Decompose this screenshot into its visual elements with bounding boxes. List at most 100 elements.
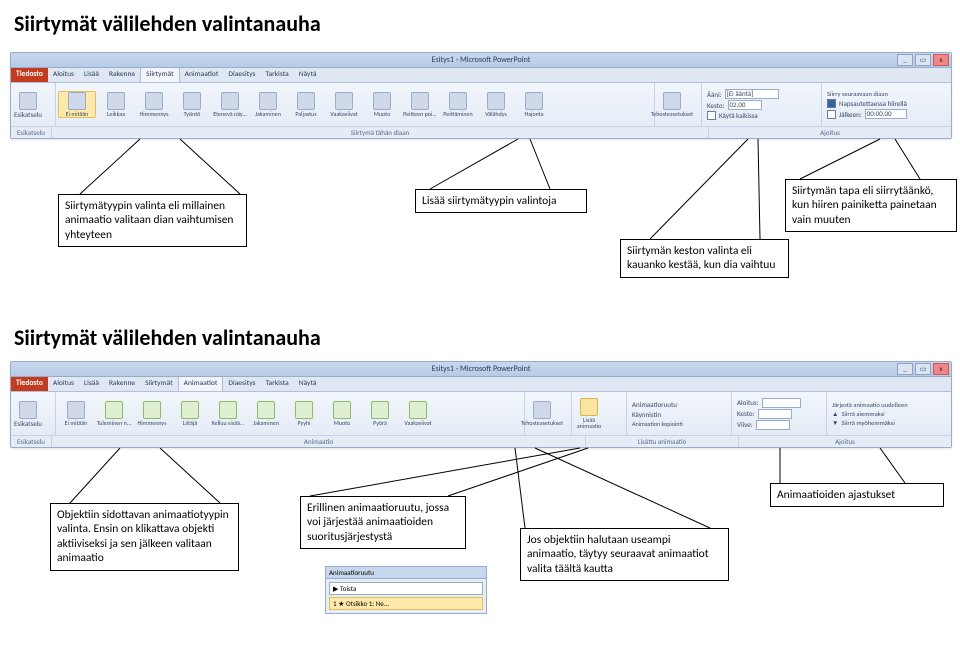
window-titlebar: Esitys1 - Microsoft PowerPoint _ ▭ x bbox=[11, 53, 951, 68]
animation-item[interactable]: Vaakaviivat bbox=[400, 401, 436, 426]
animation-pane-button[interactable]: Animaatioruutu bbox=[632, 400, 677, 409]
animation-pane-panel: Animaatioruutu ▶ Toista 1 ★ Otsikko 1: N… bbox=[325, 566, 487, 614]
animations-gallery[interactable]: Ei mitäänTuleminen n... Himmennys LiitäjäK… bbox=[58, 401, 522, 426]
move-earlier-button[interactable]: ▲ bbox=[832, 410, 838, 418]
tab-review-2[interactable]: Tarkista bbox=[260, 377, 293, 391]
animation-item[interactable]: Liitäjä bbox=[172, 401, 208, 426]
animation-item-label: Pyyhi bbox=[297, 420, 310, 426]
tab-review[interactable]: Tarkista bbox=[260, 68, 293, 82]
transition-item[interactable]: Jakaminen bbox=[250, 92, 286, 117]
tab-transitions-2[interactable]: Siirtymät bbox=[140, 377, 177, 391]
transition-item[interactable]: Työntö bbox=[174, 92, 210, 117]
transition-thumbnail-icon bbox=[68, 92, 86, 110]
transition-item[interactable]: Hajonta bbox=[516, 92, 552, 117]
annotation-layer-2: Objektiin sidottavan animaatiotyypin val… bbox=[10, 448, 950, 643]
transition-item-label: Paljastus bbox=[295, 111, 316, 117]
transition-thumbnail-icon bbox=[183, 92, 201, 110]
effect-options-button[interactable]: Tehosteasetukset bbox=[657, 92, 687, 117]
delay-label: Viive: bbox=[737, 420, 753, 429]
effect-icon-2 bbox=[533, 401, 551, 419]
animation-item[interactable]: Tuleminen n... bbox=[96, 401, 132, 426]
transition-thumbnail-icon bbox=[145, 92, 163, 110]
after-input[interactable]: 00:00,00 bbox=[865, 109, 907, 119]
animation-item[interactable]: Jakaminen bbox=[248, 401, 284, 426]
window-maximize-2[interactable]: ▭ bbox=[915, 363, 931, 375]
trigger-button[interactable]: Käynnistin bbox=[632, 410, 661, 419]
sound-dropdown[interactable]: [Ei ääntä] bbox=[725, 89, 779, 99]
tab-design-2[interactable]: Rakenne bbox=[104, 377, 140, 391]
tab-transitions[interactable]: Siirtymät bbox=[140, 68, 179, 82]
animation-item-label: Tuleminen n... bbox=[97, 420, 132, 426]
transition-item[interactable]: Peittäminen bbox=[440, 92, 476, 117]
window-minimize-2[interactable]: _ bbox=[897, 363, 913, 375]
transition-item[interactable]: Välähdys bbox=[478, 92, 514, 117]
apply-all-button[interactable] bbox=[707, 111, 716, 120]
start-dropdown[interactable] bbox=[762, 398, 801, 408]
preview-button[interactable]: Esikatselu bbox=[13, 92, 43, 118]
tab-home-2[interactable]: Aloitus bbox=[48, 377, 79, 391]
transition-item[interactable]: Himmennys bbox=[136, 92, 172, 117]
duration-label: Kesto: bbox=[707, 101, 725, 110]
annotation-add-animation: Jos objektiin halutaan useampi animaatio… bbox=[520, 528, 729, 581]
tab-animations-2[interactable]: Animaatiot bbox=[178, 377, 224, 391]
animation-item-label: Himmennys bbox=[138, 420, 167, 426]
ribbon-tabs-2: Tiedosto Aloitus Lisää Rakenne Siirtymät… bbox=[11, 377, 951, 392]
tab-animations[interactable]: Animaatiot bbox=[180, 68, 224, 82]
animation-painter-button[interactable]: Animaation kopiointi bbox=[632, 420, 683, 428]
page-title-2: Siirtymät välilehden valintanauha bbox=[14, 324, 950, 351]
animation-item[interactable]: Kelluu sisää... bbox=[210, 401, 246, 426]
ribbon-tabs: Tiedosto Aloitus Lisää Rakenne Siirtymät… bbox=[11, 68, 951, 83]
tab-slideshow-2[interactable]: Diaesitys bbox=[223, 377, 260, 391]
duration-input[interactable]: 02,00 bbox=[728, 100, 762, 110]
animation-item[interactable]: Pyörä bbox=[362, 401, 398, 426]
add-animation-button[interactable]: Lisää animaatio bbox=[574, 398, 604, 429]
transition-item-label: Leikkaa bbox=[107, 111, 125, 117]
animation-item[interactable]: Ei mitään bbox=[58, 401, 94, 426]
effect-label-2: Tehosteasetukset bbox=[521, 420, 563, 426]
transition-item[interactable]: Muoto bbox=[364, 92, 400, 117]
animation-pane-play-button[interactable]: ▶ Toista bbox=[329, 582, 483, 595]
on-click-checkbox[interactable] bbox=[827, 99, 836, 108]
group-transition-label: Siirtymä tähän diaan bbox=[52, 127, 709, 138]
anim-duration-label: Kesto: bbox=[737, 409, 755, 418]
animation-thumbnail-icon bbox=[143, 401, 161, 419]
after-checkbox[interactable] bbox=[827, 110, 836, 119]
move-later-button[interactable]: ▼ bbox=[832, 419, 838, 427]
window-minimize[interactable]: _ bbox=[897, 54, 913, 66]
transition-item[interactable]: Leikkaa bbox=[98, 92, 134, 117]
window-close[interactable]: x bbox=[933, 54, 949, 66]
transition-item[interactable]: Vaakaviivat bbox=[326, 92, 362, 117]
window-maximize[interactable]: ▭ bbox=[915, 54, 931, 66]
tab-insert[interactable]: Lisää bbox=[79, 68, 104, 82]
annotation-animation-type: Objektiin sidottavan animaatiotyypin val… bbox=[50, 503, 239, 571]
effect-options-button-2[interactable]: Tehosteasetukset bbox=[527, 401, 557, 426]
anim-duration-input[interactable] bbox=[758, 409, 792, 419]
animation-item[interactable]: Himmennys bbox=[134, 401, 170, 426]
effect-label: Tehosteasetukset bbox=[651, 111, 693, 117]
animation-thumbnail-icon bbox=[333, 401, 351, 419]
animation-item[interactable]: Pyyhi bbox=[286, 401, 322, 426]
window-title: Esitys1 - Microsoft PowerPoint bbox=[432, 55, 531, 65]
tab-view-2[interactable]: Näytä bbox=[294, 377, 322, 391]
preview-button-2[interactable]: Esikatselu bbox=[13, 401, 43, 427]
delay-input[interactable] bbox=[756, 420, 790, 430]
annotation-animation-pane: Erillinen animaatioruutu, jossa voi järj… bbox=[300, 496, 466, 549]
transition-item[interactable]: Paljastus bbox=[288, 92, 324, 117]
transitions-gallery[interactable]: Ei mitään Leikkaa HimmennysTyöntöEtenevä n… bbox=[58, 91, 652, 118]
tab-slideshow[interactable]: Diaesitys bbox=[223, 68, 260, 82]
tab-file[interactable]: Tiedosto bbox=[11, 68, 48, 82]
transition-item[interactable]: Etenevä näy... bbox=[212, 92, 248, 117]
tab-file-2[interactable]: Tiedosto bbox=[11, 377, 48, 391]
window-close-2[interactable]: x bbox=[933, 363, 949, 375]
animation-item[interactable]: Muoto bbox=[324, 401, 360, 426]
annotation-advance-mode: Siirtymän tapa eli siirrytäänkö, kun hii… bbox=[785, 179, 957, 232]
tab-design[interactable]: Rakenne bbox=[104, 68, 140, 82]
tab-view[interactable]: Näytä bbox=[294, 68, 322, 82]
animation-thumbnail-icon bbox=[181, 401, 199, 419]
tab-insert-2[interactable]: Lisää bbox=[79, 377, 104, 391]
tab-home[interactable]: Aloitus bbox=[48, 68, 79, 82]
transition-item[interactable]: Ei mitään bbox=[58, 91, 96, 118]
transition-item-label: Muoto bbox=[374, 111, 391, 117]
animation-pane-item[interactable]: 1 ★ Otsikko 1: Ne... bbox=[329, 597, 483, 610]
transition-item[interactable]: Peitteen poi... bbox=[402, 92, 438, 117]
